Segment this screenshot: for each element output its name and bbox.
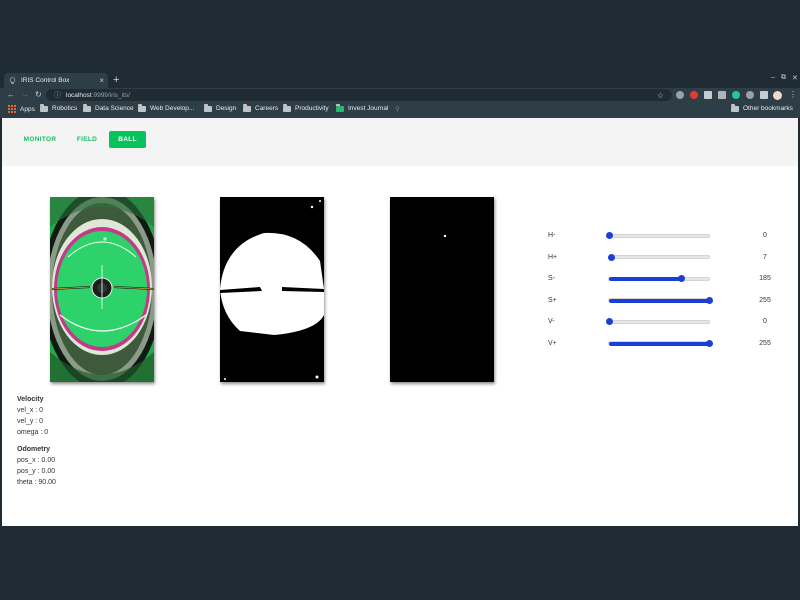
extension-circle-icon[interactable] (746, 91, 754, 99)
minimize-icon[interactable]: – (771, 74, 775, 81)
close-tab-icon[interactable]: × (99, 76, 104, 85)
bookmark-design[interactable]: Design (204, 104, 237, 112)
star-icon[interactable]: ☆ (657, 91, 664, 100)
extension-v-icon[interactable] (704, 91, 712, 99)
velocity-line: omega : 0 (17, 429, 49, 436)
slider-label: H+ (548, 253, 558, 261)
slider-value: 7 (763, 253, 767, 261)
bookmark-label: Design (216, 105, 237, 112)
slider-value: 0 (763, 318, 767, 325)
velocity-line: vel_x : 0 (17, 407, 44, 414)
back-icon[interactable]: ← (7, 89, 15, 101)
slider-label: V+ (548, 339, 557, 347)
folder-icon (83, 104, 91, 112)
lightbulb-icon (8, 76, 16, 85)
extension-gear-icon[interactable] (676, 91, 684, 99)
other-bookmarks[interactable]: Other bookmarks (731, 104, 793, 112)
forward-icon[interactable]: → (21, 89, 29, 101)
extension-green-icon[interactable] (732, 91, 740, 99)
slider-fill (609, 277, 682, 281)
slider-value: 0 (763, 232, 767, 239)
search-icon[interactable]: ⚲ (395, 105, 400, 113)
slider-thumb[interactable] (605, 318, 613, 325)
folder-icon (40, 104, 48, 112)
slider-thumb[interactable] (705, 339, 713, 347)
slider-value: 255 (759, 339, 771, 347)
slider-v-plus[interactable] (608, 339, 713, 347)
bookmark-careers[interactable]: Careers (243, 104, 279, 112)
slider-h-minus[interactable] (605, 232, 710, 239)
folder-icon (243, 104, 251, 112)
folder-icon (731, 104, 739, 112)
browser-tab[interactable]: IRIS Control Box × (4, 73, 108, 88)
slider-thumb[interactable] (605, 232, 613, 239)
bookmark-label: Careers (255, 105, 279, 112)
url-host: localhost (66, 91, 92, 99)
bookmark-data-science[interactable]: Data Science (83, 104, 134, 112)
tab-title: IRIS Control Box (21, 77, 70, 84)
bookmark-robotics[interactable]: Robotics (40, 104, 78, 112)
url-path: :9999/iris_its/ (91, 91, 130, 99)
slider-thumb[interactable] (608, 253, 616, 261)
bookmark-label: Web Develop... (150, 105, 195, 112)
slider-label: S+ (548, 296, 557, 304)
slider-v-minus[interactable] (605, 318, 710, 325)
slider-value: 185 (759, 275, 771, 282)
nav-ball[interactable]: BALL (109, 131, 146, 148)
folder-icon (138, 104, 146, 112)
slider-s-minus[interactable] (608, 275, 710, 282)
bookmark-label: Apps (20, 105, 35, 113)
slider-thumb[interactable] (705, 296, 713, 304)
reload-icon[interactable]: ↻ (35, 89, 42, 101)
nav-monitor[interactable]: MONITOR (19, 131, 61, 148)
bookmark-label: Invest Journal (348, 105, 389, 112)
odometry-line: pos_x : 0.00 (17, 457, 56, 464)
odometry-title: Odometry (17, 446, 51, 453)
invest-journal-icon (336, 104, 344, 112)
slider-label: H- (548, 232, 556, 239)
nav-field[interactable]: FIELD (70, 131, 104, 148)
slider-thumb[interactable] (678, 275, 685, 282)
tab-strip (0, 72, 800, 88)
bookmark-label: Robotics (52, 105, 78, 112)
profile-avatar[interactable] (773, 91, 782, 100)
velocity-title: Velocity (17, 396, 44, 403)
apps-grid-icon (8, 105, 16, 113)
menu-icon[interactable]: ⋮ (789, 89, 797, 101)
new-tab-button[interactable]: + (113, 74, 119, 86)
slider-s-plus[interactable] (608, 296, 713, 304)
info-icon[interactable]: ⓘ (54, 90, 61, 100)
camera-view (50, 197, 154, 382)
slider-label: V- (548, 318, 555, 325)
restore-icon[interactable]: ⧉ (781, 74, 786, 82)
slider-h-plus[interactable] (608, 253, 710, 261)
extensions-puzzle-icon[interactable] (760, 91, 768, 99)
bookmark-web-develop[interactable]: Web Develop... (138, 104, 195, 112)
close-window-icon[interactable]: ✕ (792, 74, 798, 82)
bookmark-label: Productivity (295, 105, 329, 112)
other-bookmarks-label: Other bookmarks (743, 105, 793, 112)
slider-fill (609, 341, 709, 346)
bookmark-invest-journal[interactable]: Invest Journal (336, 104, 389, 112)
odometry-line: pos_y : 0.00 (17, 468, 56, 475)
bookmark-productivity[interactable]: Productivity (283, 104, 329, 112)
slider-fill (609, 298, 709, 303)
extension-box-icon[interactable] (718, 91, 726, 99)
velocity-line: vel_y : 0 (17, 418, 44, 425)
address-bar[interactable]: ⓘ localhost:9999/iris_its/ ☆ (46, 89, 672, 101)
threshold-view (220, 197, 324, 382)
bookmark-apps[interactable]: Apps (8, 105, 35, 113)
ball-mask-view (390, 197, 494, 382)
slider-label: S- (548, 275, 555, 282)
odometry-line: theta : 90.00 (17, 479, 56, 486)
bookmark-label: Data Science (95, 105, 134, 112)
folder-icon (204, 104, 212, 112)
slider-value: 255 (759, 296, 771, 304)
extension-red-icon[interactable] (690, 91, 698, 99)
folder-icon (283, 104, 291, 112)
